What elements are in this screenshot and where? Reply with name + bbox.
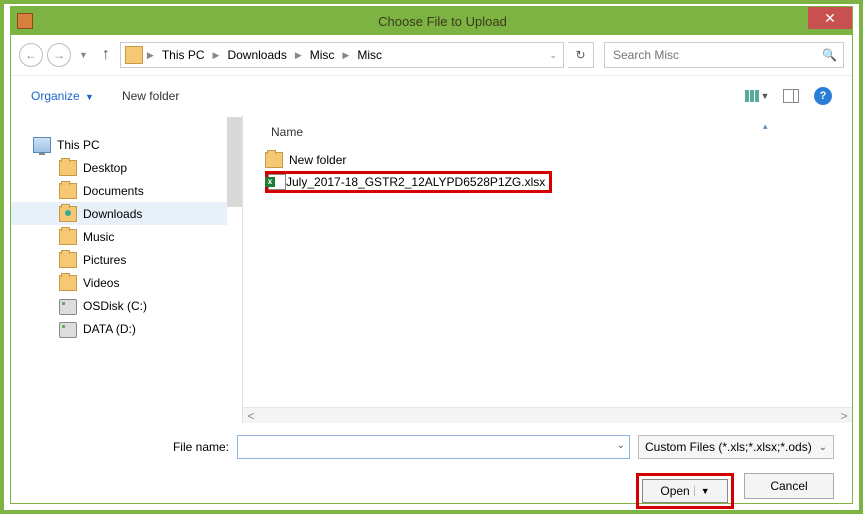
- horizontal-scrollbar[interactable]: < >: [243, 407, 852, 423]
- filename-combo[interactable]: ⌄: [237, 435, 630, 459]
- filetype-label: Custom Files (*.xls;*.xlsx;*.ods): [645, 440, 812, 454]
- preview-pane-button[interactable]: [780, 85, 802, 107]
- open-label: Open: [660, 484, 689, 498]
- sort-indicator-icon: ▴: [763, 121, 768, 132]
- chevron-right-icon: ▶: [211, 50, 222, 61]
- close-button[interactable]: ✕: [808, 7, 852, 29]
- toolbar: Organize ▼ New folder ▼ ?: [11, 75, 852, 115]
- breadcrumb-misc-1[interactable]: Misc: [306, 46, 339, 64]
- breadcrumb-misc-2[interactable]: Misc: [353, 46, 386, 64]
- disk-icon: [59, 299, 77, 315]
- chevron-right-icon: ▶: [145, 50, 156, 61]
- computer-icon: [33, 137, 51, 153]
- tree-label: Documents: [83, 184, 144, 198]
- open-button-highlight: Open ▼: [636, 473, 734, 509]
- back-button[interactable]: ←: [19, 43, 43, 67]
- search-box[interactable]: 🔍: [604, 42, 844, 68]
- filename-input[interactable]: [244, 436, 611, 458]
- cancel-button[interactable]: Cancel: [744, 473, 834, 499]
- dialog-body: This PC Desktop Documents Downloads Musi…: [11, 115, 852, 423]
- tree-osdisk[interactable]: OSDisk (C:): [33, 294, 242, 317]
- highlight-box: July_2017-18_GSTR2_12ALYPD6528P1ZG.xlsx: [265, 171, 552, 193]
- help-button[interactable]: ?: [814, 87, 832, 105]
- folder-icon: [59, 160, 77, 176]
- navigation-tree: This PC Desktop Documents Downloads Musi…: [11, 115, 243, 423]
- tree-downloads[interactable]: Downloads: [11, 202, 227, 225]
- tree-scrollbar-thumb[interactable]: [227, 117, 242, 207]
- search-input[interactable]: [611, 47, 822, 63]
- folder-icon: [125, 46, 143, 64]
- address-dropdown-icon[interactable]: ⌄: [547, 50, 559, 61]
- filename-label: File name:: [29, 440, 229, 454]
- file-row-folder[interactable]: New folder: [243, 149, 852, 171]
- chevron-right-icon: ▶: [293, 50, 304, 61]
- chevron-down-icon: ▼: [85, 92, 94, 102]
- breadcrumb-downloads[interactable]: Downloads: [223, 46, 290, 64]
- organize-menu[interactable]: Organize ▼: [31, 89, 94, 103]
- tree-desktop[interactable]: Desktop: [33, 156, 242, 179]
- tree-label: Desktop: [83, 161, 127, 175]
- address-bar[interactable]: ▶ This PC ▶ Downloads ▶ Misc ▶ Misc ⌄: [120, 42, 564, 68]
- folder-icon: [59, 229, 77, 245]
- excel-file-icon: [268, 174, 286, 190]
- preview-pane-icon: [783, 89, 799, 103]
- file-row-xlsx[interactable]: July_2017-18_GSTR2_12ALYPD6528P1ZG.xlsx: [243, 171, 852, 193]
- refresh-button[interactable]: ↻: [568, 42, 594, 68]
- tree-label: Pictures: [83, 253, 126, 267]
- dialog-footer: File name: ⌄ Custom Files (*.xls;*.xlsx;…: [11, 423, 852, 517]
- forward-button[interactable]: →: [47, 43, 71, 67]
- filetype-select[interactable]: Custom Files (*.xls;*.xlsx;*.ods) ⌄: [638, 435, 834, 459]
- tree-videos[interactable]: Videos: [33, 271, 242, 294]
- tree-pictures[interactable]: Pictures: [33, 248, 242, 271]
- tree-label: DATA (D:): [83, 322, 136, 336]
- column-header-name[interactable]: Name: [271, 125, 671, 139]
- tree-this-pc[interactable]: This PC: [33, 133, 242, 156]
- disk-icon: [59, 322, 77, 338]
- chevron-down-icon: ▼: [761, 91, 770, 101]
- new-folder-button[interactable]: New folder: [122, 89, 179, 103]
- view-icon: [745, 90, 759, 102]
- scroll-left-icon[interactable]: <: [243, 409, 259, 423]
- downloads-folder-icon: [59, 206, 77, 222]
- column-headers: Name ▴: [243, 123, 852, 149]
- tree-label: Music: [83, 230, 114, 244]
- search-icon: 🔍: [822, 48, 837, 62]
- tree-music[interactable]: Music: [33, 225, 242, 248]
- open-button[interactable]: Open ▼: [642, 479, 728, 503]
- app-icon: [17, 13, 33, 29]
- chevron-right-icon: ▶: [340, 50, 351, 61]
- file-name-label: July_2017-18_GSTR2_12ALYPD6528P1ZG.xlsx: [286, 175, 545, 189]
- chevron-down-icon: ⌄: [819, 442, 827, 453]
- file-name-label: New folder: [289, 153, 346, 167]
- folder-icon: [59, 275, 77, 291]
- tree-label: This PC: [57, 138, 100, 152]
- folder-icon: [59, 183, 77, 199]
- tree-data[interactable]: DATA (D:): [33, 317, 242, 340]
- tree-documents[interactable]: Documents: [33, 179, 242, 202]
- split-dropdown-icon[interactable]: ▼: [694, 486, 710, 496]
- folder-icon: [265, 152, 283, 168]
- titlebar: Choose File to Upload ✕: [11, 7, 852, 35]
- history-dropdown[interactable]: ▼: [75, 50, 92, 60]
- organize-label: Organize: [31, 89, 80, 103]
- cancel-label: Cancel: [770, 479, 807, 493]
- scroll-right-icon[interactable]: >: [836, 409, 852, 423]
- tree-label: Downloads: [83, 207, 142, 221]
- view-options-button[interactable]: ▼: [746, 85, 768, 107]
- navigation-bar: ← → ▼ ↑ ▶ This PC ▶ Downloads ▶ Misc ▶ M…: [11, 35, 852, 75]
- file-list-pane: Name ▴ New folder July_2017-18_GSTR2_12A…: [243, 115, 852, 423]
- tree-label: Videos: [83, 276, 119, 290]
- tree-label: OSDisk (C:): [83, 299, 147, 313]
- filename-dropdown-icon[interactable]: ⌄: [617, 440, 625, 451]
- breadcrumb-this-pc[interactable]: This PC: [158, 46, 209, 64]
- folder-icon: [59, 252, 77, 268]
- up-button[interactable]: ↑: [96, 46, 116, 64]
- window-title: Choose File to Upload: [33, 14, 852, 29]
